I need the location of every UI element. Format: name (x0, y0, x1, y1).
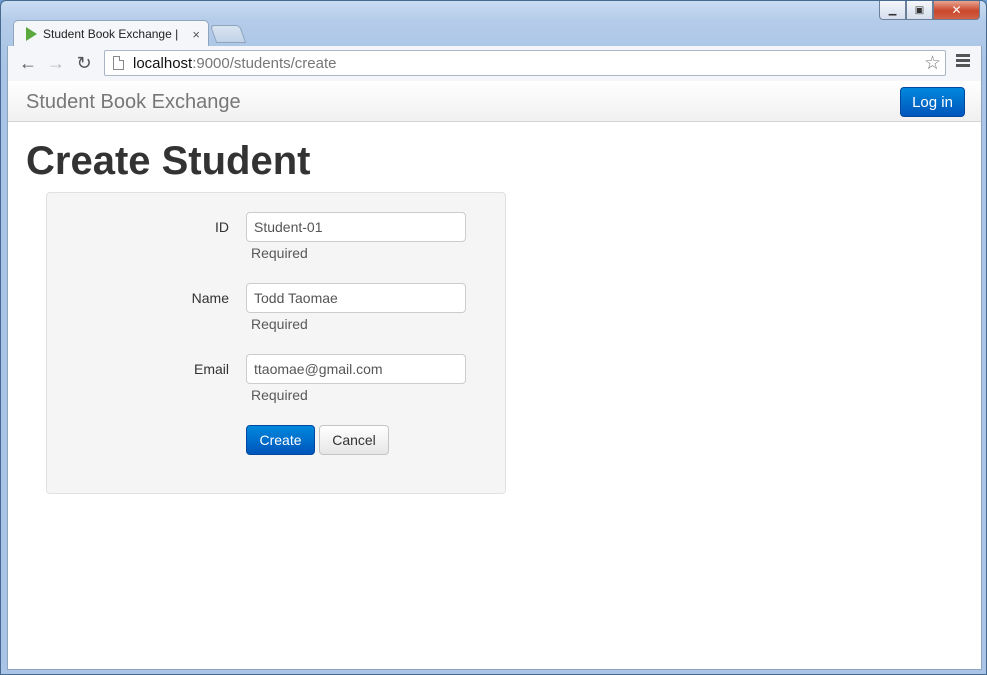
address-bar[interactable]: localhost:9000/students/create ☆ (104, 50, 946, 76)
minimize-icon[interactable]: ▁ (879, 1, 906, 20)
name-input[interactable] (246, 283, 466, 313)
cancel-button[interactable]: Cancel (319, 425, 389, 455)
email-help-text: Required (251, 387, 308, 403)
hamburger-menu-icon[interactable] (956, 54, 970, 69)
browser-window: ▁ ▣ ✕ Student Book Exchange | Cre × ← → … (0, 0, 987, 675)
back-arrow-icon[interactable]: ← (14, 50, 42, 78)
favicon-play-icon (26, 27, 37, 41)
new-tab-button[interactable] (209, 25, 247, 43)
reload-icon[interactable]: ↻ (70, 50, 98, 78)
email-label: Email (193, 361, 229, 377)
name-label: Name (191, 290, 229, 306)
tab-close-icon[interactable]: × (192, 27, 200, 42)
bookmark-star-icon[interactable]: ☆ (924, 52, 941, 75)
browser-tab[interactable]: Student Book Exchange | Cre × (13, 20, 209, 47)
forward-arrow-icon[interactable]: → (42, 50, 70, 78)
tab-title: Student Book Exchange | Cre (43, 27, 181, 41)
close-window-icon[interactable]: ✕ (933, 1, 980, 20)
id-help-text: Required (251, 245, 308, 261)
page-title: Create Student (26, 139, 311, 183)
email-input[interactable] (246, 354, 466, 384)
maximize-icon[interactable]: ▣ (906, 1, 933, 20)
url-host: localhost (133, 54, 193, 72)
id-input[interactable] (246, 212, 466, 242)
window-controls: ▁ ▣ ✕ (879, 1, 980, 20)
name-help-text: Required (251, 316, 308, 332)
brand-link[interactable]: Student Book Exchange (26, 91, 241, 114)
login-button[interactable]: Log in (900, 87, 965, 117)
browser-toolbar: ← → ↻ localhost:9000/students/create ☆ (7, 46, 982, 81)
page-viewport: Student Book Exchange Log in Create Stud… (7, 81, 982, 670)
create-student-form: ID Required Name Required Email Required… (46, 192, 506, 494)
app-navbar: Student Book Exchange Log in (8, 81, 981, 122)
url-path: :9000/students/create (192, 54, 337, 72)
create-button[interactable]: Create (246, 425, 315, 455)
page-icon (113, 56, 124, 70)
id-label: ID (215, 219, 229, 235)
